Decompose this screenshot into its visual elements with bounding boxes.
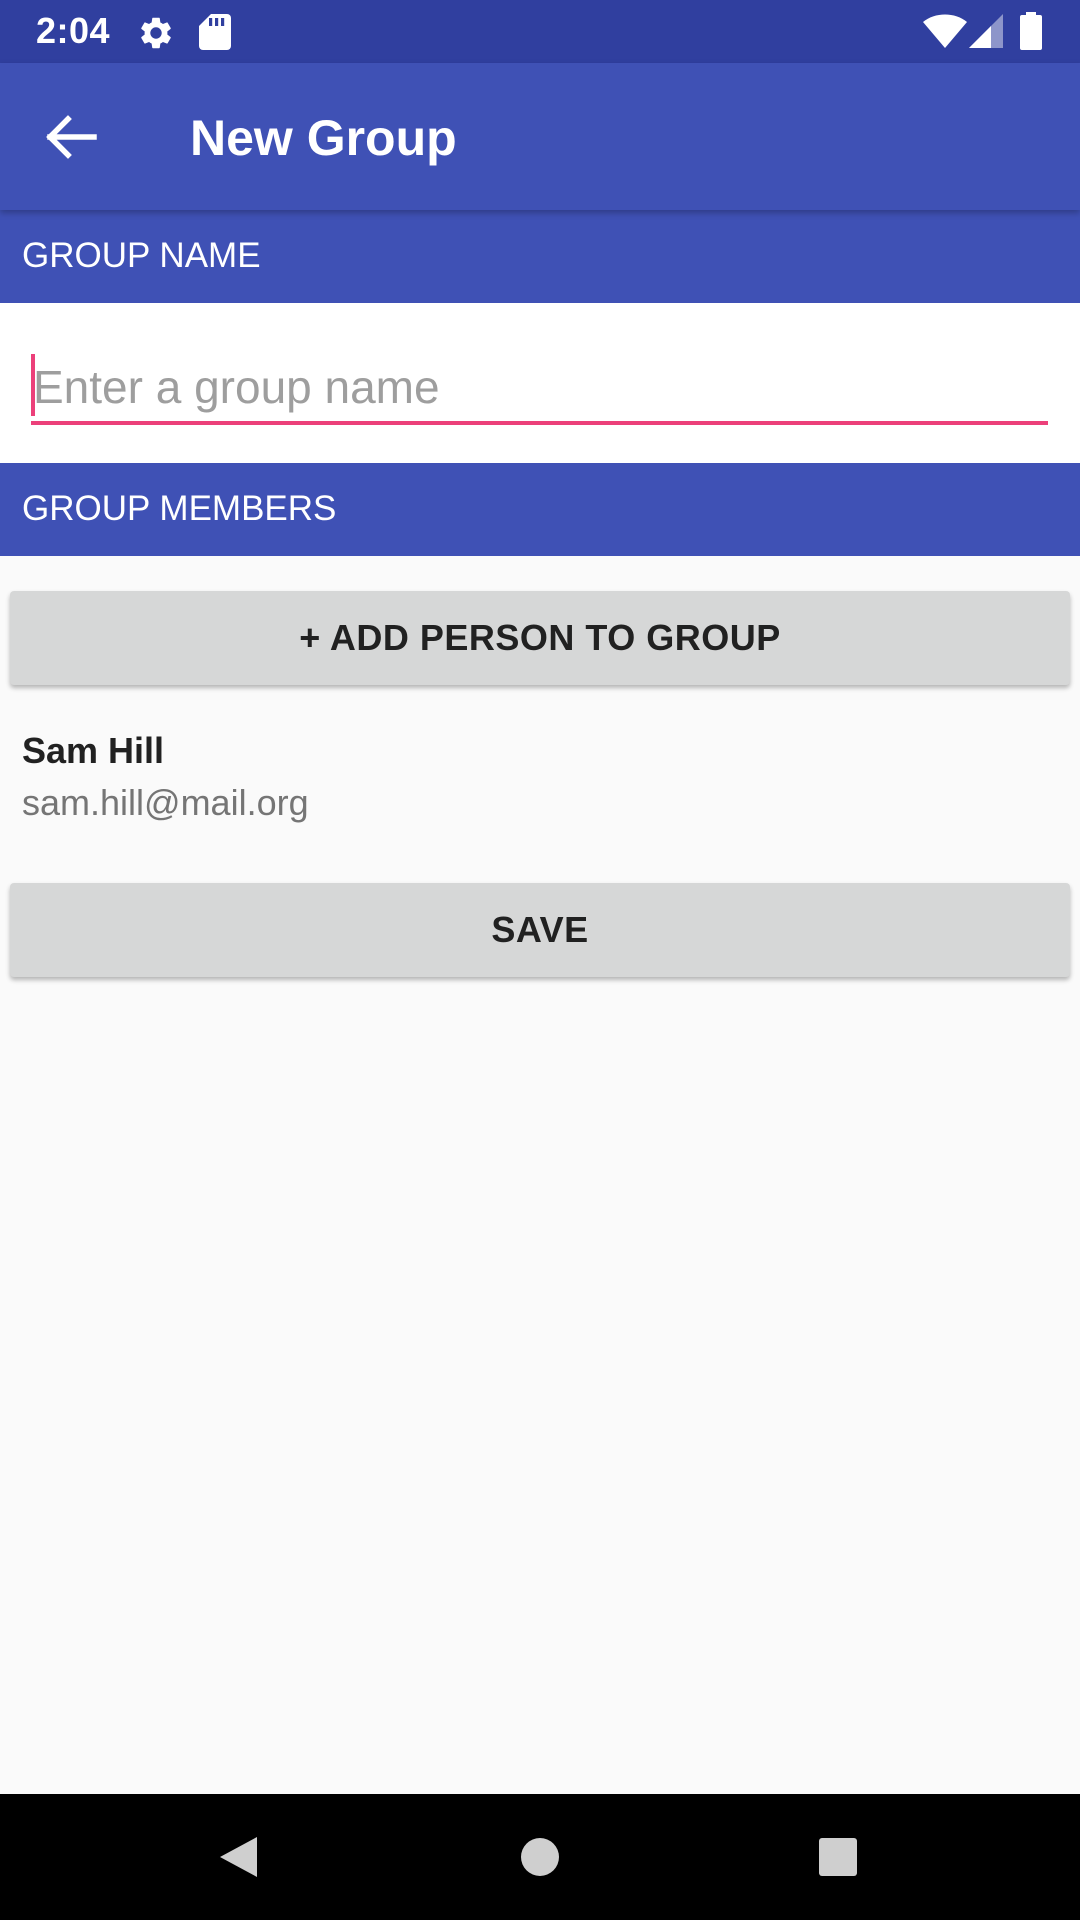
status-time: 2:04	[36, 10, 111, 51]
member-email: sam.hill@mail.org	[22, 782, 309, 823]
page-title: New Group	[190, 110, 457, 166]
wifi-icon	[923, 14, 967, 48]
app-bar: New Group	[0, 63, 1080, 210]
group-name-header: GROUP NAME	[0, 210, 1080, 303]
sd-card-icon	[199, 14, 231, 50]
nav-bar	[0, 1794, 1080, 1920]
recents-square-icon	[819, 1838, 857, 1876]
member-name: Sam Hill	[22, 730, 165, 771]
battery-icon	[1020, 12, 1042, 50]
group-name-header-label: GROUP NAME	[22, 236, 261, 275]
save-button[interactable]: SAVE	[10, 883, 1070, 977]
cell-signal-icon	[969, 14, 1003, 48]
back-triangle-icon	[220, 1837, 257, 1877]
text-cursor	[31, 354, 35, 416]
add-person-button[interactable]: + ADD PERSON TO GROUP	[10, 591, 1070, 685]
nav-back-button[interactable]	[183, 1814, 293, 1900]
arrow-back-icon	[46, 115, 97, 159]
home-circle-icon	[521, 1838, 559, 1876]
group-members-header: GROUP MEMBERS	[0, 463, 1080, 556]
status-bar: 2:04	[0, 0, 1080, 63]
list-item[interactable]: Sam Hill sam.hill@mail.org	[0, 710, 1080, 840]
group-name-input[interactable]	[31, 353, 1048, 425]
nav-recents-button[interactable]	[783, 1814, 893, 1900]
nav-home-button[interactable]	[485, 1814, 595, 1900]
group-name-area	[0, 303, 1080, 463]
group-members-header-label: GROUP MEMBERS	[22, 489, 337, 528]
back-button[interactable]	[36, 105, 108, 169]
settings-icon	[141, 17, 171, 49]
